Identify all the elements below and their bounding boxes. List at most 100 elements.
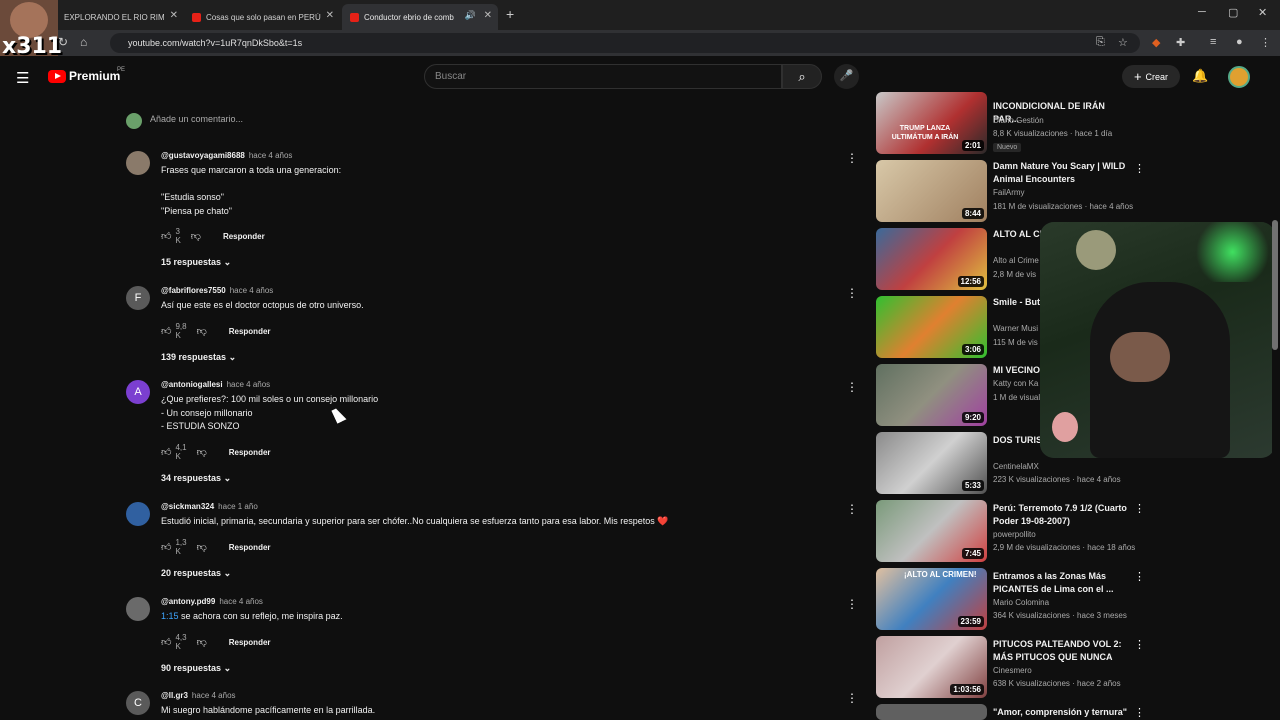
like-icon[interactable]: 👍︎ bbox=[161, 446, 171, 458]
related-video[interactable]: 7:45 Perú: Terremoto 7.9 1/2 (Cuarto Pod… bbox=[876, 500, 1146, 562]
channel-name[interactable]: Diario Gestión bbox=[993, 116, 1044, 125]
scrollbar-thumb[interactable] bbox=[1272, 220, 1278, 350]
video-thumbnail[interactable]: 8:44 bbox=[876, 160, 987, 222]
media-icon[interactable]: ≡ bbox=[1210, 36, 1216, 48]
video-menu-icon[interactable]: ⋮ bbox=[1134, 570, 1145, 583]
video-thumbnail[interactable] bbox=[876, 704, 987, 720]
related-video[interactable]: 1:03:56 PITUCOS PALTEANDO VOL 2: MÁS PIT… bbox=[876, 636, 1146, 698]
page-scrollbar[interactable] bbox=[1272, 96, 1278, 720]
comment-username[interactable]: @antoniogallesi bbox=[161, 380, 223, 389]
close-icon[interactable]: ✕ bbox=[326, 10, 334, 21]
comment-menu-icon[interactable]: ⋮ bbox=[846, 380, 858, 394]
hamburger-menu-icon[interactable]: ☰ bbox=[16, 69, 29, 87]
commenter-avatar[interactable] bbox=[126, 151, 150, 175]
dislike-icon[interactable]: 👎︎ bbox=[197, 541, 207, 553]
replies-toggle[interactable]: 20 respuestas ⌄ bbox=[161, 568, 231, 579]
related-video[interactable]: "Amor, comprensión y ternura" ⋮ bbox=[876, 704, 1146, 720]
comment-menu-icon[interactable]: ⋮ bbox=[846, 151, 858, 165]
new-tab-icon[interactable]: + bbox=[506, 6, 514, 22]
channel-name[interactable]: Katty con Ka bbox=[993, 379, 1038, 388]
related-video[interactable]: TRUMP LANZA ULTIMÁTUM A IRÁN 2:01 INCOND… bbox=[876, 92, 1146, 154]
search-input[interactable]: Buscar bbox=[424, 64, 782, 89]
dislike-icon[interactable]: 👎︎ bbox=[197, 636, 207, 648]
video-menu-icon[interactable]: ⋮ bbox=[1134, 706, 1145, 719]
video-thumbnail[interactable]: 7:45 bbox=[876, 500, 987, 562]
replies-toggle[interactable]: 15 respuestas ⌄ bbox=[161, 257, 231, 268]
video-thumbnail[interactable]: 3:06 bbox=[876, 296, 987, 358]
video-title[interactable]: PITUCOS PALTEANDO VOL 2: MÁS PITUCOS QUE… bbox=[993, 638, 1128, 664]
comment-username[interactable]: @antony.pd99 bbox=[161, 597, 215, 606]
video-thumbnail[interactable]: TRUMP LANZA ULTIMÁTUM A IRÁN 2:01 bbox=[876, 92, 987, 154]
dislike-icon[interactable]: 👎︎ bbox=[197, 446, 207, 458]
extension-icon[interactable]: ◆ bbox=[1152, 36, 1160, 49]
replies-toggle[interactable]: 139 respuestas ⌄ bbox=[161, 352, 236, 363]
like-icon[interactable]: 👍︎ bbox=[161, 541, 171, 553]
video-menu-icon[interactable]: ⋮ bbox=[1134, 638, 1145, 651]
commenter-avatar[interactable]: F bbox=[126, 286, 150, 310]
comment-time[interactable]: hace 4 años bbox=[230, 286, 274, 295]
replies-toggle[interactable]: 34 respuestas ⌄ bbox=[161, 473, 231, 484]
channel-name[interactable]: powerpollito bbox=[993, 530, 1036, 539]
tab-conductor-ebrio[interactable]: Conductor ebrio de comb 🔊 ✕ bbox=[342, 4, 498, 30]
reply-button[interactable]: Responder bbox=[229, 638, 271, 647]
comment-time[interactable]: hace 4 años bbox=[219, 597, 263, 606]
tab-cosas-peru[interactable]: Cosas que solo pasan en PERÚ ✕ bbox=[184, 4, 340, 30]
url-field[interactable]: youtube.com/watch?v=1uR7qnDkSbo&t=1s bbox=[110, 33, 1140, 53]
video-title[interactable]: Damn Nature You Scary | WILD Animal Enco… bbox=[993, 160, 1128, 186]
comment-menu-icon[interactable]: ⋮ bbox=[846, 691, 858, 705]
related-video[interactable]: 8:44 Damn Nature You Scary | WILD Animal… bbox=[876, 160, 1146, 222]
channel-name[interactable]: Warner Musi bbox=[993, 324, 1038, 333]
close-icon[interactable]: ✕ bbox=[170, 10, 178, 21]
puzzle-icon[interactable]: ✚ bbox=[1176, 36, 1185, 49]
like-icon[interactable]: 👍︎ bbox=[161, 636, 171, 648]
dislike-icon[interactable]: 👎︎ bbox=[191, 230, 201, 242]
commenter-avatar[interactable]: C bbox=[126, 691, 150, 715]
youtube-logo-icon[interactable] bbox=[48, 70, 66, 83]
replies-toggle[interactable]: 90 respuestas ⌄ bbox=[161, 663, 231, 674]
maximize-icon[interactable]: ▢ bbox=[1228, 6, 1238, 19]
home-icon[interactable]: ⌂ bbox=[80, 35, 87, 49]
profile-icon[interactable]: ● bbox=[1236, 36, 1243, 48]
video-thumbnail[interactable]: 5:33 bbox=[876, 432, 987, 494]
video-title[interactable]: "Amor, comprensión y ternura" bbox=[993, 706, 1133, 719]
comment-username[interactable]: @sickman324 bbox=[161, 502, 214, 511]
channel-name[interactable]: Cinesmero bbox=[993, 666, 1032, 675]
related-video[interactable]: ¡ALTO AL CRIMEN! 23:59 Entramos a las Zo… bbox=[876, 568, 1146, 630]
account-avatar[interactable] bbox=[1228, 66, 1250, 88]
add-comment-placeholder[interactable]: Añade un comentario... bbox=[150, 114, 243, 124]
timestamp-link[interactable]: 1:15 bbox=[161, 611, 179, 621]
channel-name[interactable]: CentinelaMX bbox=[993, 462, 1039, 471]
reply-button[interactable]: Responder bbox=[229, 327, 271, 336]
minimize-icon[interactable]: ─ bbox=[1198, 6, 1206, 18]
video-thumbnail[interactable]: 9:20 bbox=[876, 364, 987, 426]
comment-username[interactable]: @ll.gr3 bbox=[161, 691, 188, 700]
like-icon[interactable]: 👍︎ bbox=[161, 325, 171, 337]
comment-time[interactable]: hace 4 años bbox=[249, 151, 293, 160]
close-icon[interactable]: ✕ bbox=[484, 10, 492, 21]
commenter-avatar[interactable] bbox=[126, 502, 150, 526]
install-icon[interactable]: ⎘ bbox=[1096, 36, 1105, 49]
channel-name[interactable]: Alto al Crime bbox=[993, 256, 1039, 265]
video-title[interactable]: Entramos a las Zonas Más PICANTES de Lim… bbox=[993, 570, 1128, 596]
dislike-icon[interactable]: 👎︎ bbox=[197, 325, 207, 337]
video-menu-icon[interactable]: ⋮ bbox=[1134, 502, 1145, 515]
comment-time[interactable]: hace 1 año bbox=[218, 502, 258, 511]
comment-time[interactable]: hace 4 años bbox=[192, 691, 236, 700]
channel-name[interactable]: FailArmy bbox=[993, 188, 1025, 197]
reply-button[interactable]: Responder bbox=[223, 232, 265, 241]
comment-menu-icon[interactable]: ⋮ bbox=[846, 597, 858, 611]
reply-button[interactable]: Responder bbox=[229, 543, 271, 552]
video-title[interactable]: Perú: Terremoto 7.9 1/2 (Cuarto Poder 19… bbox=[993, 502, 1128, 528]
youtube-brand[interactable]: Premium bbox=[69, 69, 120, 83]
video-thumbnail[interactable]: 12:56 bbox=[876, 228, 987, 290]
voice-search-button[interactable]: 🎤 bbox=[834, 64, 859, 89]
video-thumbnail[interactable]: 1:03:56 bbox=[876, 636, 987, 698]
notifications-bell-icon[interactable]: 🔔 bbox=[1192, 68, 1208, 84]
like-icon[interactable]: 👍︎ bbox=[161, 230, 171, 242]
comment-username[interactable]: @fabriflores7550 bbox=[161, 286, 226, 295]
bookmark-star-icon[interactable]: ☆ bbox=[1118, 36, 1128, 49]
video-menu-icon[interactable]: ⋮ bbox=[1134, 162, 1145, 175]
comment-menu-icon[interactable]: ⋮ bbox=[846, 502, 858, 516]
comment-username[interactable]: @gustavoyagami8688 bbox=[161, 151, 245, 160]
commenter-avatar[interactable]: A bbox=[126, 380, 150, 404]
